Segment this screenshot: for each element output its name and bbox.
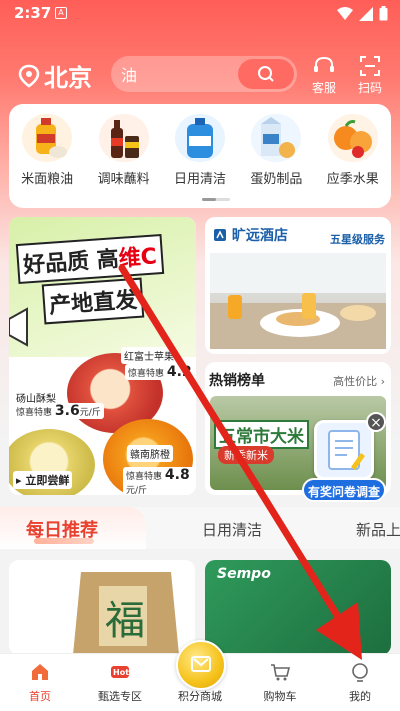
customer-service-label: 客服 [311,81,336,95]
app-header: 北京 油 客服 扫码 [0,52,400,96]
nav-label: 首页 [29,690,51,703]
survey-document-icon [314,420,374,480]
tab-daily-recommend[interactable]: 每日推荐 [26,516,98,542]
scan-button[interactable]: 扫码 [352,56,388,96]
sempo-logo: Sempo [217,566,271,582]
hotel-stars: 五星级服务 [330,233,385,246]
headset-icon [314,56,334,72]
home-icon [32,664,48,680]
orange-price: 惊喜特惠 4.8元/斤 [123,467,196,495]
breakfast-image [210,253,386,349]
city-selector[interactable]: 北京 [18,58,92,93]
search-input[interactable]: 油 [121,62,238,86]
status-bar: 2:37 A [0,0,400,28]
rice-bag-image: 福 [73,572,179,655]
status-icons [337,6,388,21]
milk-carton-icon [251,114,302,162]
nav-select-zone[interactable]: Hot 甄选专区 [80,654,160,711]
status-time: 2:37 [14,4,52,22]
nav-home[interactable]: 首页 [0,654,80,711]
orange-tag: 赣南脐橙 [127,445,173,462]
survey-float[interactable]: 有奖问卷调查 × [302,412,386,506]
banner-headline-2: 产地直发 [41,277,145,325]
svg-text:Hot: Hot [113,668,129,677]
category-label: 应季水果 [326,172,379,187]
category-label: 蛋奶制品 [250,172,303,187]
nav-label: 我的 [349,690,371,703]
hotel-card[interactable]: 旷远酒店 五星级服务 [205,217,391,354]
points-coin-icon[interactable] [176,640,226,690]
category-item-daily-cleaning[interactable]: 日用清洁 [167,114,233,187]
search-button[interactable] [238,59,294,89]
scan-label: 扫码 [357,81,382,95]
pear-price: 惊喜特惠 3.6元/斤 [13,403,104,419]
search-icon [258,66,274,82]
category-item-seasonal-fruit[interactable]: 应季水果 [320,114,386,187]
nav-label: 甄选专区 [98,690,142,703]
scan-icon [360,56,380,76]
rice-title: 五常市大米 [214,420,309,449]
category-label: 日用清洁 [173,172,226,187]
wifi-icon [337,6,353,20]
category-card: 米面粮油 调味蘸料 日用清洁 蛋奶制品 应季水果 [9,104,391,208]
fruit-icon [327,114,378,162]
soy-sauce-icon [98,114,149,162]
nav-cart[interactable]: 购物车 [240,654,320,711]
oil-bottle-icon [22,114,73,162]
hot-list-subtitle[interactable]: 高性价比 › [333,373,385,389]
survey-label: 有奖问卷调查 [302,478,386,502]
hotel-brand: 旷远酒店 [213,225,288,245]
user-icon [352,663,368,682]
megaphone-icon [9,307,28,347]
tab-daily-cleaning[interactable]: 日用清洁 [202,519,262,540]
category-label: 调味蘸料 [97,172,150,187]
rice-subtitle: 新季新米 [218,446,274,464]
location-pin-icon [18,64,40,88]
category-item-egg-dairy[interactable]: 蛋奶制品 [243,114,309,187]
search-bar[interactable]: 油 [111,56,297,92]
hotel-logo-icon [214,229,226,241]
close-icon[interactable]: × [366,412,386,432]
apple-price: 惊喜特惠 4.2 [125,364,195,380]
battery-icon [379,6,388,21]
cart-icon [271,664,290,681]
detergent-icon [174,114,225,162]
product-card-sempo[interactable]: Sempo [205,560,391,655]
product-card-rice[interactable]: 福 [9,560,195,655]
nav-label: 购物车 [263,690,297,703]
category-label: 米面粮油 [21,172,74,187]
try-now-button[interactable]: ▸ 立即尝鲜 [13,471,73,489]
notification-icon: A [55,7,67,19]
hot-list-title: 热销榜单 [209,373,265,389]
apple-tag: 红富士苹果 [121,347,177,364]
customer-service-button[interactable]: 客服 [306,56,342,96]
hot-badge-icon: Hot [111,666,129,678]
category-scroll-indicator [202,198,230,201]
promo-banner[interactable]: 好品质 高维C 产地直发 红富士苹果 惊喜特惠 4.2 砀山酥梨 惊喜特惠 3.… [9,217,196,495]
category-item-seasoning[interactable]: 调味蘸料 [91,114,157,187]
signal-icon [359,6,373,21]
category-item-grain-oil[interactable]: 米面粮油 [14,114,80,187]
nav-mine[interactable]: 我的 [320,654,400,711]
tab-new-products[interactable]: 新品上 [356,519,400,540]
svg-text:福: 福 [105,598,145,644]
city-name: 北京 [44,64,92,92]
